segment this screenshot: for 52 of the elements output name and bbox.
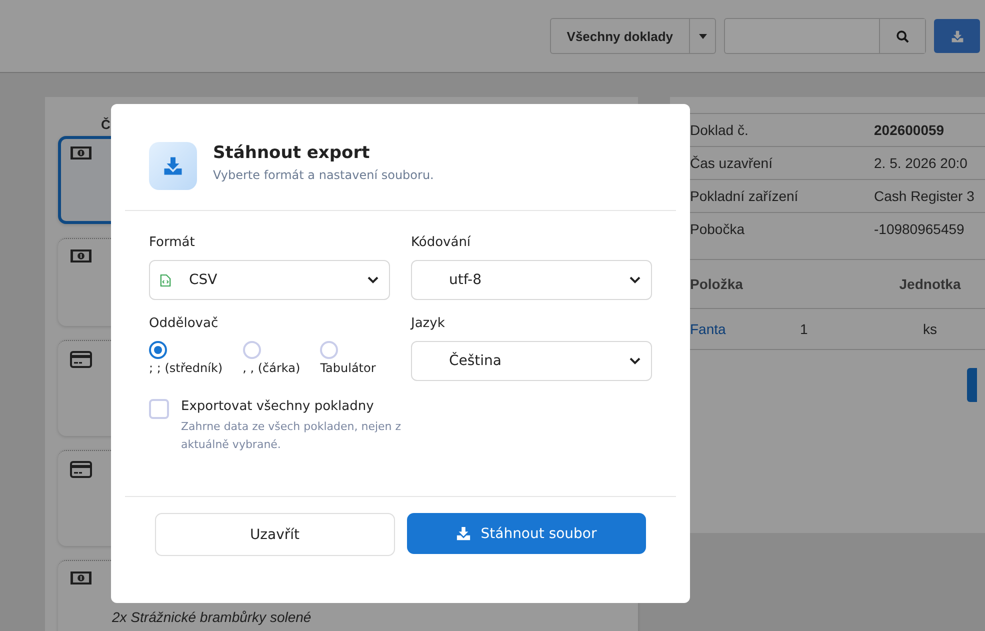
detail-label: Čas uzavření <box>690 155 774 171</box>
column-header: Jednotka <box>898 276 962 292</box>
chevron-down-icon <box>629 276 641 284</box>
field-label: Kódování <box>411 235 472 250</box>
detail-value: -10980965459 <box>874 221 966 237</box>
chevron-down-icon <box>367 276 379 284</box>
encoding-select[interactable]: utf-8 <box>411 260 652 300</box>
credit-card-icon <box>70 461 92 478</box>
chevron-down-icon <box>629 357 641 365</box>
close-button[interactable]: Uzavřít <box>155 513 394 556</box>
radio-label: Tabulátor <box>320 361 376 375</box>
item-link[interactable]: Fanta <box>690 321 800 337</box>
banknote-icon <box>70 146 92 160</box>
column-header: Položka <box>690 276 744 292</box>
field-label: Jazyk <box>411 316 446 331</box>
dialog-title: Stáhnout export <box>213 143 371 163</box>
caret-down-icon <box>698 34 706 38</box>
code-file-icon <box>160 274 171 286</box>
credit-card-icon <box>70 351 92 368</box>
download-file-button[interactable]: Stáhnout soubor <box>406 513 646 554</box>
format-select[interactable]: CSV <box>149 260 390 300</box>
download-icon <box>163 156 183 176</box>
detail-label: Pobočka <box>690 221 746 237</box>
detail-label: Pokladní zařízení <box>690 188 800 204</box>
checkbox-label: Exportovat všechny pokladny <box>181 399 375 414</box>
dialog-subtitle: Vyberte formát a nastavení souboru. <box>213 168 434 182</box>
search-icon <box>896 30 909 42</box>
banknote-icon <box>70 249 92 263</box>
detail-value: Cash Register 3 <box>874 188 976 204</box>
search-field[interactable] <box>724 18 926 54</box>
download-button[interactable] <box>934 19 980 53</box>
banknote-icon <box>70 571 92 585</box>
separator-radio[interactable]: Tabulátor <box>320 341 376 375</box>
download-icon <box>950 30 964 42</box>
detail-value: 202600059 <box>874 122 946 138</box>
field-label: Oddělovač <box>149 316 220 331</box>
download-icon <box>456 526 471 541</box>
checkbox[interactable] <box>149 399 169 419</box>
table-cell-text: 1 <box>800 321 809 337</box>
receipt-note: 2x Strážnické brambůrky solené <box>112 608 312 626</box>
column-header: Č <box>101 117 112 132</box>
table-cell-text: ks <box>922 321 938 337</box>
radio-label: ; ; (středník) <box>149 361 223 375</box>
help-text: Zahrne data ze všech pokladen, nejen z aktuálně vybrané. <box>181 419 402 453</box>
field-label: Formát <box>149 235 196 250</box>
detail-value: 2. 5. 2026 20:0 <box>874 155 968 171</box>
separator-radio[interactable]: ; ; (středník) <box>149 341 223 375</box>
separator-radio[interactable]: , , (čárka) <box>242 341 300 375</box>
detail-label: Doklad č. <box>690 122 750 138</box>
radio-label: , , (čárka) <box>242 361 300 375</box>
search-button[interactable] <box>879 19 925 53</box>
language-select[interactable]: Čeština <box>411 341 652 381</box>
